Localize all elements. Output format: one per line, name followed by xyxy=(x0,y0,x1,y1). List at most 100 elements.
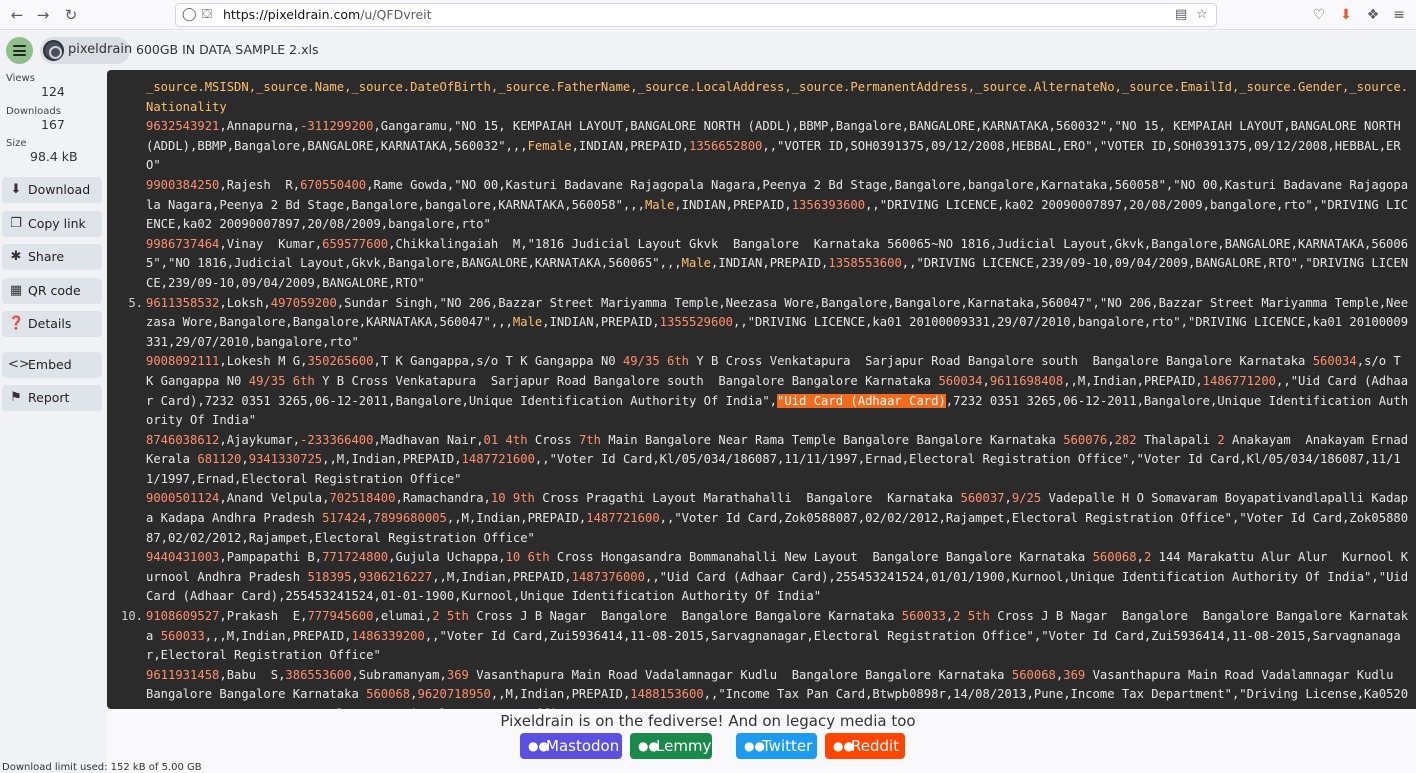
code-token: 1486771200 xyxy=(1202,373,1277,388)
code-token: -233366400 xyxy=(300,432,374,447)
code-token: 9620718950 xyxy=(417,687,491,702)
code-token: 369 xyxy=(1063,667,1086,682)
code-lines: _source.MSISDN,_source.Name,_source.Date… xyxy=(107,78,1416,709)
twitter-button[interactable]: ●● Twitter xyxy=(736,733,817,759)
code-token: , xyxy=(1107,432,1115,447)
views-value: 124 xyxy=(41,84,65,99)
code-token: 49/35 6th xyxy=(622,354,690,369)
code-token: 9611931458 xyxy=(146,667,220,682)
report-button-label: Report xyxy=(28,390,70,405)
code-token: 1488153600 xyxy=(630,687,704,702)
code-token: 01 4th xyxy=(483,432,528,447)
code-line: 9440431003,Pampapathi B,771724800,Gujula… xyxy=(107,548,1416,607)
code-token: , xyxy=(1004,491,1012,506)
code-token: ,INDIAN,PREPAID, xyxy=(674,197,792,212)
flag-icon: ⚑ xyxy=(10,390,22,405)
code-token: 1487721600 xyxy=(461,452,535,467)
code-line: 5. 9611358532,Loksh,497059200,Sundar Sing… xyxy=(107,294,1416,353)
code-token: 560068 xyxy=(1092,550,1137,565)
copy-link-button-label: Copy link xyxy=(28,216,86,231)
menu-icon[interactable]: ≡ xyxy=(1388,4,1410,26)
reload-icon[interactable]: ↻ xyxy=(60,4,82,26)
code-token: , xyxy=(982,373,990,388)
download-limit-status: Download limit used: 152 kB of 5.00 GB xyxy=(2,762,202,773)
code-token: 7th xyxy=(578,432,601,447)
code-token: -311299200 xyxy=(300,119,374,134)
extensions-icon[interactable]: ❖ xyxy=(1362,4,1384,26)
pixeldrain-logo-icon xyxy=(43,40,64,61)
code-line: 9986737464,Vinay Kumar,659577600,Chikkal… xyxy=(107,235,1416,294)
code-token: ,,M,Indian,PREPAID, xyxy=(490,687,631,702)
hamburger-menu-button[interactable] xyxy=(6,37,33,64)
code-token: 9008092111 xyxy=(146,354,220,369)
reddit-label: Reddit xyxy=(851,737,900,755)
code-token: 10 9th xyxy=(490,491,535,506)
embed-button[interactable]: <> Embed xyxy=(2,352,102,378)
bookmark-star-icon[interactable]: ☆ xyxy=(1196,6,1208,24)
pocket-icon[interactable]: ♡ xyxy=(1308,4,1330,26)
code-token: ,INDIAN,PREPAID, xyxy=(571,138,689,153)
code-token: Cross Pragathi Layout Marathahalli Banga… xyxy=(534,491,961,506)
code-token: 9/25 xyxy=(1011,491,1042,506)
download-icon: ⬇ xyxy=(10,182,22,197)
code-line: 9611931458,Babu S,386553600,Subramanyam,… xyxy=(107,666,1416,709)
code-token: 9440431003 xyxy=(146,550,220,565)
code-token: ,INDIAN,PREPAID, xyxy=(542,315,660,330)
code-token: ,T K Gangappa,s/o T K Gangappa N0 xyxy=(373,354,623,369)
code-token: 702518400 xyxy=(329,491,396,506)
code-token: ,,M,Indian,PREPAID, xyxy=(1063,373,1203,388)
line-number: 10. xyxy=(120,609,143,624)
help-icon: ❓ xyxy=(8,316,25,331)
code-token: 9632543921 xyxy=(146,119,220,134)
details-button-label: Details xyxy=(28,316,72,331)
reddit-button[interactable]: ●● Reddit xyxy=(825,733,905,759)
code-token: 1355529600 xyxy=(659,315,734,330)
lemmy-button[interactable]: ●● Lemmy xyxy=(630,733,712,759)
url-bar[interactable]: ◯ ⛋ https://pixeldrain.com/u/QFDvreit ▤ … xyxy=(175,3,1217,27)
code-token: ,Ramachandra, xyxy=(395,491,491,506)
code-token: Thalapali xyxy=(1136,432,1218,447)
code-token: 560068 xyxy=(366,687,411,702)
code-token: ,INDIAN,PREPAID, xyxy=(711,256,829,271)
brand-home-link[interactable]: pixeldrain xyxy=(40,37,132,64)
code-line: 10. 9108609527,Prakash E,777945600,elumai… xyxy=(107,607,1416,666)
twitter-label: Twitter xyxy=(762,737,813,755)
code-token: 282 xyxy=(1114,432,1137,447)
browser-toolbar: ← → ↻ ◯ ⛋ https://pixeldrain.com/u/QFDvr… xyxy=(0,0,1416,30)
code-token: Female xyxy=(527,138,572,153)
share-button[interactable]: ✱ Share xyxy=(2,244,102,270)
code-token: Y B Cross Venkatapura Sarjapur Road Bang… xyxy=(314,373,939,388)
mastodon-button[interactable]: ●● Mastodon xyxy=(520,733,622,759)
copy-link-button[interactable]: ❐ Copy link xyxy=(2,211,102,237)
file-sidebar: Views 124 Downloads 167 Size 98.4 kB ⬇ D… xyxy=(0,70,107,773)
code-line: 9008092111,Lokesh M G,350265600,T K Gang… xyxy=(107,352,1416,430)
code-token: ,,,M,Indian,PREPAID, xyxy=(204,628,352,643)
reader-view-icon[interactable]: ▤ xyxy=(1175,6,1187,24)
lock-icon[interactable]: ⛋ xyxy=(202,6,212,24)
file-title: 600GB IN DATA SAMPLE 2.xls xyxy=(136,42,319,57)
back-arrow-icon[interactable]: ← xyxy=(6,4,28,26)
code-token: 8746038612 xyxy=(146,432,220,447)
code-line: 8746038612,Ajaykumar,-233366400,Madhavan… xyxy=(107,431,1416,490)
downloads-label: Downloads xyxy=(6,106,61,117)
code-token: 2 5th xyxy=(432,609,469,624)
code-token: 9000501124 xyxy=(146,491,220,506)
report-button[interactable]: ⚑ Report xyxy=(2,385,102,411)
code-token: 659577600 xyxy=(322,236,389,251)
details-button[interactable]: ❓ Details xyxy=(2,311,102,337)
code-token: 560033 xyxy=(901,609,946,624)
forward-arrow-icon[interactable]: → xyxy=(32,4,54,26)
downloads-icon[interactable]: ⬇ xyxy=(1335,4,1357,26)
download-button[interactable]: ⬇ Download xyxy=(2,177,102,203)
code-token: 369 xyxy=(446,667,469,682)
code-token: 350265600 xyxy=(307,354,374,369)
qr-code-button[interactable]: ▦ QR code xyxy=(2,278,102,304)
shield-icon[interactable]: ◯ xyxy=(182,6,197,24)
code-token: 9986737464 xyxy=(146,236,220,251)
size-value: 98.4 kB xyxy=(30,149,78,164)
file-text-viewer[interactable]: _source.MSISDN,_source.Name,_source.Date… xyxy=(107,70,1416,709)
url-text[interactable]: https://pixeldrain.com/u/QFDvreit xyxy=(223,6,432,24)
qr-code-icon: ▦ xyxy=(9,283,23,298)
code-token: 1358553600 xyxy=(828,256,902,271)
code-line: 9632543921,Annapurna,-311299200,Gangaram… xyxy=(107,117,1416,176)
